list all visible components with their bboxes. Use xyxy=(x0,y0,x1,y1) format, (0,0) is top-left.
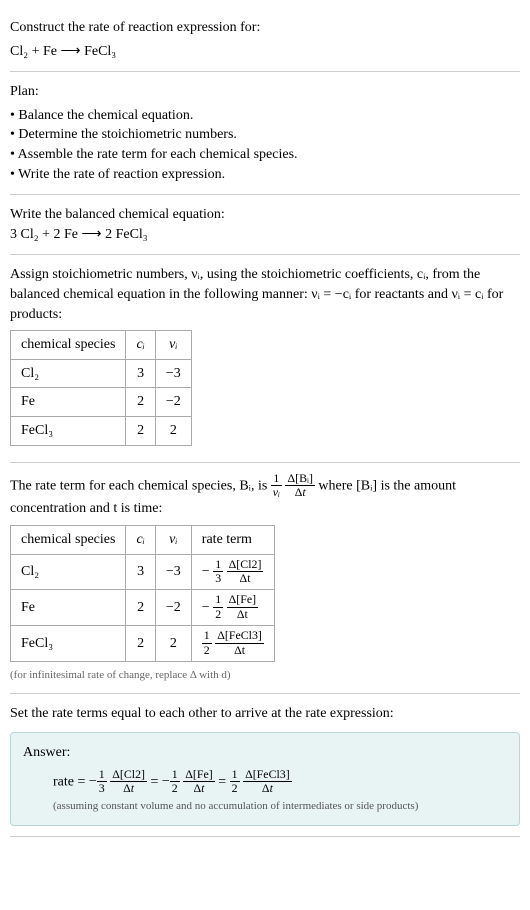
cell-c: 3 xyxy=(126,554,155,590)
num: Δ[Fe] xyxy=(227,594,258,608)
table-header-row: chemical species cᵢ νᵢ xyxy=(11,331,192,360)
den: 2 xyxy=(213,608,223,621)
col-species: chemical species xyxy=(11,331,126,360)
table-row: FeCl₃ 2 2 12 Δ[FeCl3]Δt xyxy=(11,626,275,662)
stoich-section: Assign stoichiometric numbers, νᵢ, using… xyxy=(10,255,520,462)
cell-species: Fe xyxy=(11,388,126,417)
assumption-note: (assuming constant volume and no accumul… xyxy=(23,799,507,814)
col-c: cᵢ xyxy=(126,331,155,360)
plan-step: Balance the chemical equation. xyxy=(10,106,520,126)
cell-rate-term: − 13 Δ[Cl2]Δt xyxy=(191,554,274,590)
generic-rate-term: 1νᵢ Δ[Bᵢ]Δt xyxy=(271,478,319,493)
cell-c: 3 xyxy=(126,359,155,388)
rate-expression: rate = −13 Δ[Cl2]Δt = −12 Δ[Fe]Δt = 12 Δ… xyxy=(23,769,507,796)
col-c: cᵢ xyxy=(126,525,155,554)
plan-list: Balance the chemical equation. Determine… xyxy=(10,106,520,184)
cell-nu: −2 xyxy=(155,388,191,417)
cell-nu: −3 xyxy=(155,359,191,388)
rate-term-section: The rate term for each chemical species,… xyxy=(10,463,520,695)
plan-step: Assemble the rate term for each chemical… xyxy=(10,145,520,165)
question-section: Construct the rate of reaction expressio… xyxy=(10,8,520,72)
balanced-equation: 3 Cl₂ + 2 Fe ⟶ 2 FeCl₃ xyxy=(10,225,520,245)
final-section: Set the rate terms equal to each other t… xyxy=(10,694,520,836)
col-nu: νᵢ xyxy=(155,525,191,554)
cell-c: 2 xyxy=(126,626,155,662)
cell-c: 2 xyxy=(126,590,155,626)
balanced-intro: Write the balanced chemical equation: xyxy=(10,205,520,225)
den: Δt xyxy=(215,644,264,657)
stoich-intro: Assign stoichiometric numbers, νᵢ, using… xyxy=(10,265,520,324)
fraction: 1νᵢ xyxy=(271,473,282,500)
fraction: Δ[Bᵢ]Δt xyxy=(285,473,314,500)
num: 1 xyxy=(213,594,223,608)
cell-c: 2 xyxy=(126,416,155,445)
final-intro: Set the rate terms equal to each other t… xyxy=(10,704,520,724)
col-rate-term: rate term xyxy=(191,525,274,554)
rate-label: rate = xyxy=(53,774,89,789)
rate-term-intro: The rate term for each chemical species,… xyxy=(10,473,520,519)
plan-step: Determine the stoichiometric numbers. xyxy=(10,125,520,145)
cell-rate-term: − 12 Δ[Fe]Δt xyxy=(191,590,274,626)
den: 2 xyxy=(202,644,212,657)
answer-label: Answer: xyxy=(23,743,507,763)
table-row: FeCl₃ 2 2 xyxy=(11,416,192,445)
cell-species: Cl₂ xyxy=(11,554,126,590)
table-row: Cl₂ 3 −3 − 13 Δ[Cl2]Δt xyxy=(11,554,275,590)
cell-rate-term: 12 Δ[FeCl3]Δt xyxy=(191,626,274,662)
answer-box: Answer: rate = −13 Δ[Cl2]Δt = −12 Δ[Fe]Δ… xyxy=(10,732,520,826)
sign: − xyxy=(202,600,210,615)
plan-title: Plan: xyxy=(10,82,520,102)
stoich-table: chemical species cᵢ νᵢ Cl₂ 3 −3 Fe 2 −2 … xyxy=(10,330,192,445)
balanced-section: Write the balanced chemical equation: 3 … xyxy=(10,195,520,255)
cell-species: FeCl₃ xyxy=(11,416,126,445)
den: Δt xyxy=(227,572,264,585)
plan-section: Plan: Balance the chemical equation. Det… xyxy=(10,72,520,195)
num: 1 xyxy=(202,630,212,644)
cell-species: Cl₂ xyxy=(11,359,126,388)
den: 3 xyxy=(213,572,223,585)
table-row: Cl₂ 3 −3 xyxy=(11,359,192,388)
sign: − xyxy=(202,564,210,579)
cell-nu: 2 xyxy=(155,416,191,445)
table-header-row: chemical species cᵢ νᵢ rate term xyxy=(11,525,275,554)
unbalanced-equation: Cl₂ + Fe ⟶ FeCl₃ xyxy=(10,42,520,62)
table-row: Fe 2 −2 − 12 Δ[Fe]Δt xyxy=(11,590,275,626)
rate-term-table: chemical species cᵢ νᵢ rate term Cl₂ 3 −… xyxy=(10,525,275,662)
den: Δt xyxy=(227,608,258,621)
delta-note: (for infinitesimal rate of change, repla… xyxy=(10,668,520,683)
question-text: Construct the rate of reaction expressio… xyxy=(10,18,520,38)
col-species: chemical species xyxy=(11,525,126,554)
cell-nu: 2 xyxy=(155,626,191,662)
num: 1 xyxy=(213,559,223,573)
intro-text-a: The rate term for each chemical species,… xyxy=(10,478,271,493)
cell-nu: −3 xyxy=(155,554,191,590)
cell-nu: −2 xyxy=(155,590,191,626)
col-nu: νᵢ xyxy=(155,331,191,360)
cell-species: FeCl₃ xyxy=(11,626,126,662)
table-row: Fe 2 −2 xyxy=(11,388,192,417)
num: Δ[FeCl3] xyxy=(215,630,264,644)
cell-c: 2 xyxy=(126,388,155,417)
num: Δ[Cl2] xyxy=(227,559,264,573)
plan-step: Write the rate of reaction expression. xyxy=(10,165,520,185)
cell-species: Fe xyxy=(11,590,126,626)
